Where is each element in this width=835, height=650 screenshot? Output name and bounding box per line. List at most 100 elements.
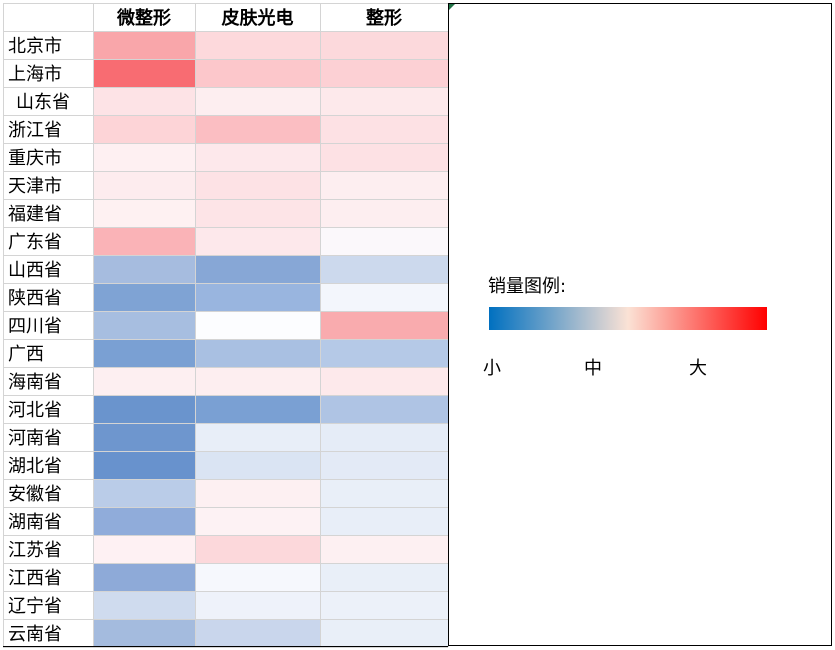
heatmap-cell [320, 423, 448, 451]
heatmap-cell [320, 479, 448, 507]
heatmap-cell [320, 591, 448, 619]
heatmap-cell [93, 423, 195, 451]
heatmap-cell [320, 255, 448, 283]
row-label: 上海市 [8, 64, 62, 85]
row-label: 北京市 [8, 36, 62, 57]
heatmap-cell [320, 31, 448, 59]
heatmap-cell [320, 115, 448, 143]
heatmap-cell [93, 227, 195, 255]
heatmap-cell [320, 563, 448, 591]
heatmap-cell [195, 367, 320, 395]
heatmap-cell [195, 87, 320, 115]
legend: 销量图例: 小 中 大 [483, 276, 767, 379]
heatmap-cell [93, 535, 195, 563]
heatmap-cell [93, 367, 195, 395]
heatmap-cell [93, 311, 195, 339]
row-label: 广西 [8, 344, 44, 365]
heatmap-cell [195, 339, 320, 367]
heatmap-chart: 微整形 皮肤光电 整形北京市上海市山东省浙江省重庆市天津市福建省广东省山西省陕西省四… [3, 3, 832, 648]
heatmap-cell [93, 619, 195, 647]
row-label: 广东省 [8, 232, 62, 253]
heatmap-cell [195, 283, 320, 311]
heatmap-cell [195, 255, 320, 283]
heatmap-cell [320, 451, 448, 479]
heatmap-cell [93, 171, 195, 199]
row-label: 江苏省 [8, 540, 62, 561]
heatmap-cell [93, 479, 195, 507]
row-label: 海南省 [8, 372, 62, 393]
heatmap-cell [195, 143, 320, 171]
row-label: 安徽省 [8, 484, 62, 505]
row-label: 河南省 [8, 428, 62, 449]
row-label: 辽宁省 [8, 596, 62, 617]
heatmap-cell [195, 535, 320, 563]
heatmap-cell [320, 283, 448, 311]
heatmap-page: 微整形 皮肤光电 整形北京市上海市山东省浙江省重庆市天津市福建省广东省山西省陕西省四… [0, 0, 835, 650]
heatmap-cell [320, 59, 448, 87]
column-header: 皮肤光电 [222, 7, 294, 29]
row-label: 重庆市 [8, 148, 62, 169]
heatmap-cell [195, 171, 320, 199]
heatmap-cell [93, 563, 195, 591]
heatmap-cell [93, 115, 195, 143]
heatmap-cell [93, 283, 195, 311]
heatmap-cell [195, 619, 320, 647]
heatmap-cell [320, 227, 448, 255]
heatmap-cell [195, 591, 320, 619]
heatmap-cell [93, 199, 195, 227]
heatmap-cell [93, 87, 195, 115]
heatmap-cell [195, 507, 320, 535]
row-label: 山东省 [16, 92, 70, 113]
heatmap-cell [93, 31, 195, 59]
heatmap-cell [195, 479, 320, 507]
row-label: 湖北省 [8, 456, 62, 477]
heatmap-cell [93, 507, 195, 535]
heatmap-cell [93, 143, 195, 171]
heatmap-cell [93, 451, 195, 479]
heatmap-cell [195, 563, 320, 591]
heatmap-cell [93, 339, 195, 367]
legend-label-medium: 中 [584, 358, 602, 379]
row-label: 河北省 [8, 400, 62, 421]
heatmap-cell [195, 31, 320, 59]
row-label: 福建省 [8, 204, 62, 225]
heatmap-cell [93, 395, 195, 423]
row-label: 山西省 [8, 260, 62, 281]
heatmap-cell [320, 395, 448, 423]
heatmap-cell [195, 59, 320, 87]
column-header: 微整形 [116, 7, 171, 29]
column-header: 整形 [365, 7, 402, 29]
heatmap-cell [320, 535, 448, 563]
heatmap-cell [195, 199, 320, 227]
legend-gradient-bar [489, 307, 767, 330]
legend-label-small: 小 [483, 358, 501, 379]
heatmap-cell [195, 423, 320, 451]
heatmap-cell [320, 311, 448, 339]
row-label: 四川省 [8, 316, 62, 337]
heatmap-cell [93, 255, 195, 283]
legend-title: 销量图例: [488, 276, 566, 297]
legend-label-large: 大 [689, 358, 707, 379]
cell-marker [449, 4, 455, 10]
heatmap-cell [320, 87, 448, 115]
heatmap-cell [320, 143, 448, 171]
heatmap-cell [320, 199, 448, 227]
row-label: 陕西省 [8, 288, 62, 309]
heatmap-cell [320, 619, 448, 647]
row-label: 云南省 [8, 624, 62, 645]
row-label: 江西省 [8, 568, 62, 589]
heatmap-cell [320, 339, 448, 367]
heatmap-cell [320, 171, 448, 199]
heatmap-cell [320, 367, 448, 395]
heatmap-cell [195, 311, 320, 339]
heatmap-cell [195, 395, 320, 423]
heatmap-cell [195, 451, 320, 479]
heatmap-cell [195, 115, 320, 143]
heatmap-cell [195, 227, 320, 255]
row-label: 浙江省 [8, 120, 62, 141]
heatmap-cell [93, 59, 195, 87]
row-label: 湖南省 [8, 512, 62, 533]
row-label: 天津市 [8, 176, 62, 197]
heatmap-cell [320, 507, 448, 535]
heatmap-cell [93, 591, 195, 619]
